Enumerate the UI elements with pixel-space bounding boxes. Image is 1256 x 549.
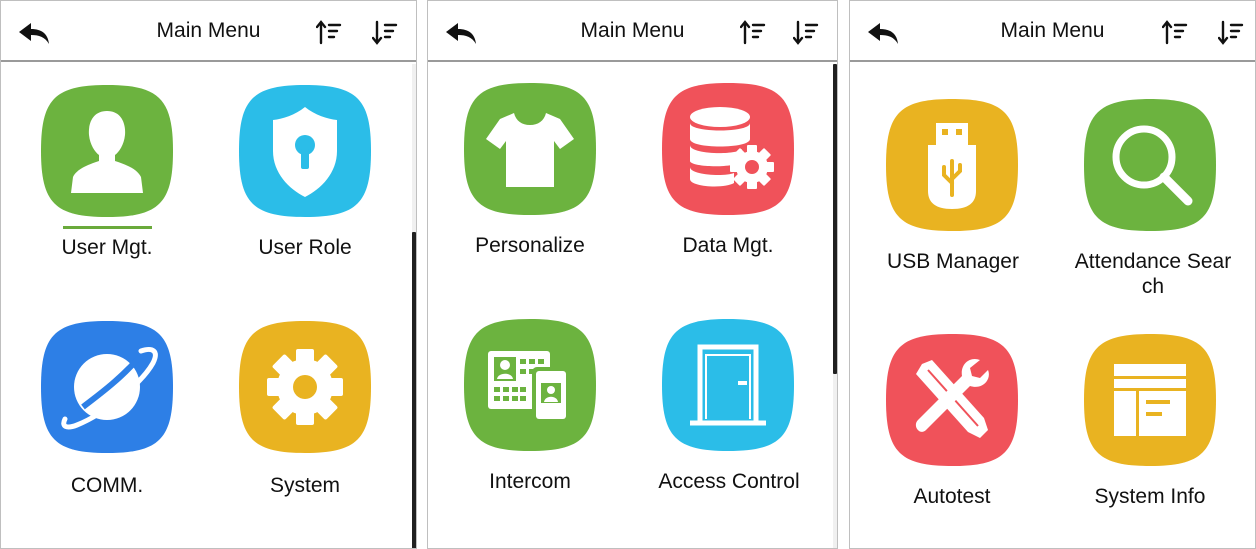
menu-item-intercom[interactable]: Intercom bbox=[464, 319, 604, 499]
menu-panel-2: Main Menu Personalize Data Mgt. Intercom… bbox=[427, 0, 838, 549]
sort-ascending-icon[interactable] bbox=[1162, 19, 1188, 47]
planet-icon bbox=[41, 321, 173, 453]
menu-item-label: COMM. bbox=[70, 474, 144, 497]
menu-item-label: Autotest bbox=[913, 485, 991, 508]
gear-icon bbox=[239, 321, 371, 453]
menu-item-label: Attendance Sear ch bbox=[1054, 249, 1252, 299]
database-gear-icon bbox=[662, 83, 794, 215]
menu-panel-3: Main Menu USB Manager Attendance Sear ch bbox=[849, 0, 1256, 549]
menu-item-autotest[interactable]: Autotest bbox=[886, 334, 1026, 514]
menu-item-access-control[interactable]: Access Control bbox=[658, 319, 802, 499]
sort-descending-icon[interactable] bbox=[372, 19, 398, 47]
tools-icon bbox=[886, 334, 1018, 466]
tshirt-icon bbox=[464, 83, 596, 215]
page-title: Main Menu bbox=[156, 19, 261, 42]
sort-ascending-icon[interactable] bbox=[316, 19, 342, 47]
scrollbar[interactable] bbox=[412, 64, 416, 548]
menu-item-label: Access Control bbox=[658, 470, 800, 493]
user-icon bbox=[41, 85, 173, 217]
sort-descending-icon[interactable] bbox=[1218, 19, 1244, 47]
scrollbar-thumb[interactable] bbox=[412, 232, 416, 548]
menu-item-user-mgt[interactable]: User Mgt. bbox=[41, 85, 181, 265]
menu-item-label: Personalize bbox=[475, 234, 585, 257]
menu-item-usb-manager[interactable]: USB Manager bbox=[886, 99, 1026, 279]
header-bar: Main Menu bbox=[850, 1, 1255, 62]
header-bar: Main Menu bbox=[1, 1, 416, 62]
selection-indicator bbox=[63, 226, 152, 229]
menu-panel-1: Main Menu User Mgt. User Role COMM. Syst… bbox=[0, 0, 417, 549]
menu-item-label: User Role bbox=[258, 236, 352, 259]
menu-item-data-mgt[interactable]: Data Mgt. bbox=[662, 83, 802, 263]
door-icon bbox=[662, 319, 794, 451]
menu-item-label: Data Mgt. bbox=[682, 234, 774, 257]
page-title: Main Menu bbox=[580, 19, 685, 42]
system-info-icon bbox=[1084, 334, 1216, 466]
menu-item-system-info[interactable]: System Info bbox=[1084, 334, 1224, 514]
menu-item-label: User Mgt. bbox=[61, 236, 153, 259]
sort-descending-icon[interactable] bbox=[793, 19, 819, 47]
page-title: Main Menu bbox=[1000, 19, 1105, 42]
menu-item-label: System bbox=[269, 474, 340, 497]
menu-item-label: System Info bbox=[1094, 485, 1206, 508]
magnifier-icon bbox=[1084, 99, 1216, 231]
menu-item-personalize[interactable]: Personalize bbox=[464, 83, 604, 263]
sort-ascending-icon[interactable] bbox=[740, 19, 766, 47]
scrollbar[interactable] bbox=[833, 64, 837, 548]
label-line-1: Attendance Sear bbox=[1074, 250, 1232, 273]
menu-item-attendance-search[interactable]: Attendance Sear ch bbox=[1075, 99, 1231, 309]
menu-item-label: Intercom bbox=[489, 470, 571, 493]
menu-item-label: USB Manager bbox=[887, 250, 1019, 273]
menu-item-comm[interactable]: COMM. bbox=[41, 321, 181, 501]
menu-item-system[interactable]: System bbox=[239, 321, 379, 501]
id-cards-icon bbox=[464, 319, 596, 451]
scrollbar-thumb[interactable] bbox=[833, 64, 837, 374]
usb-drive-icon bbox=[886, 99, 1018, 231]
shield-keyhole-icon bbox=[239, 85, 371, 217]
header-bar: Main Menu bbox=[428, 1, 837, 62]
menu-item-user-role[interactable]: User Role bbox=[239, 85, 379, 265]
label-line-2: ch bbox=[1141, 275, 1165, 298]
